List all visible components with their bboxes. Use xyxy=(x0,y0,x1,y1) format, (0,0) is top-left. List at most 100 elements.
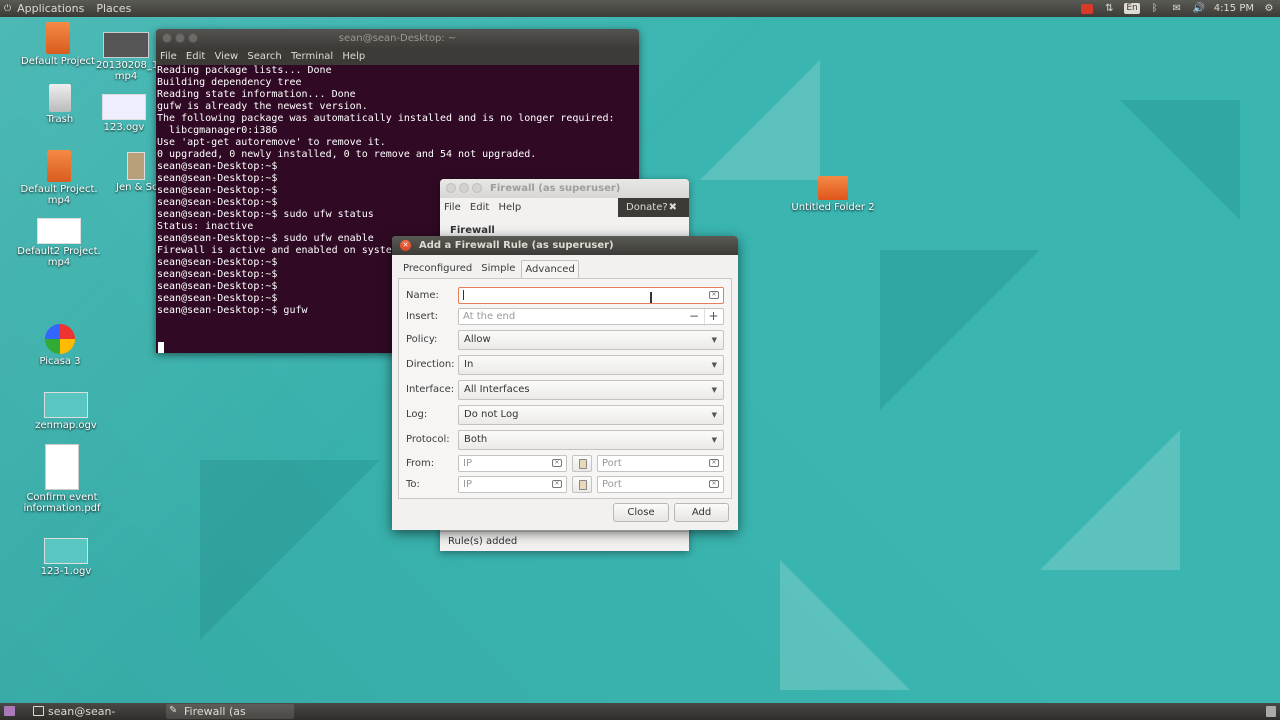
desktop-icon-zenmap[interactable]: zenmap.ogv xyxy=(34,392,98,431)
orange-file-icon xyxy=(47,150,71,182)
name-field[interactable]: ✕ xyxy=(458,287,724,304)
dialog-titlebar[interactable]: ✕ Add a Firewall Rule (as superuser) xyxy=(392,236,738,255)
bluetooth-icon[interactable]: ᛒ xyxy=(1144,0,1166,17)
add-rule-dialog[interactable]: ✕ Add a Firewall Rule (as superuser) Pre… xyxy=(392,236,738,530)
donate-infobar[interactable]: Donate? ✖ xyxy=(618,198,689,217)
keyboard-layout-indicator[interactable]: En xyxy=(1120,0,1143,17)
desktop-icon-default2-project[interactable]: Default2 Project. mp4 xyxy=(14,218,104,268)
minimize-icon[interactable] xyxy=(459,183,469,193)
firewall-title: Firewall (as superuser) xyxy=(490,183,621,194)
to-ip-field[interactable]: IP ✕ xyxy=(458,476,567,493)
desktop-icon-label: Default Project. mp4 xyxy=(20,184,98,206)
tab-advanced[interactable]: Advanced xyxy=(521,260,579,278)
to-port-field[interactable]: Port ✕ xyxy=(597,476,724,493)
trash-icon[interactable] xyxy=(1266,706,1276,717)
terminal-menu-terminal[interactable]: Terminal xyxy=(291,51,333,62)
desktop-icon-default-project[interactable]: Default Project xyxy=(12,22,104,67)
desktop-icon-label: Jen & Sc xyxy=(116,182,158,193)
pdf-document-icon xyxy=(45,444,79,490)
volume-icon[interactable]: 🔊 xyxy=(1188,0,1210,17)
clock[interactable]: 4:15 PM xyxy=(1210,0,1258,17)
trash-icon xyxy=(49,84,71,112)
firewall-menu-edit[interactable]: Edit xyxy=(470,202,489,213)
desktop-icon-label: 123-1.ogv xyxy=(40,566,92,577)
from-label: From: xyxy=(406,458,435,469)
folder-icon xyxy=(818,176,848,200)
desktop-icon-picasa[interactable]: Picasa 3 xyxy=(30,324,90,367)
video-thumbnail-icon xyxy=(102,94,146,120)
taskbar-item-terminal[interactable]: sean@sean-Desktop: ~ xyxy=(30,704,158,719)
applications-menu[interactable]: Applications xyxy=(11,0,90,17)
status-bar: Rule(s) added xyxy=(440,531,689,551)
firewall-menu-help[interactable]: Help xyxy=(498,202,521,213)
close-icon[interactable]: ✕ xyxy=(400,240,411,251)
terminal-menu-view[interactable]: View xyxy=(214,51,238,62)
maximize-icon[interactable] xyxy=(472,183,482,193)
network-icon[interactable]: ⇅ xyxy=(1098,0,1120,17)
desktop-icon-video-20130208[interactable]: 20130208_14594 mp4 xyxy=(96,32,184,82)
power-icon[interactable]: ⏻ xyxy=(0,4,11,14)
clear-icon[interactable]: ✕ xyxy=(709,291,719,299)
taskbar-item-firewall[interactable]: ✎ Firewall (as superuser) xyxy=(166,704,294,719)
minus-icon[interactable]: − xyxy=(685,309,703,326)
firewall-menubar: File Edit Help Donate? ✖ xyxy=(440,198,689,217)
direction-select[interactable]: In ▼ xyxy=(458,355,724,375)
picasa-icon xyxy=(45,324,75,354)
terminal-menu-edit[interactable]: Edit xyxy=(186,51,205,62)
interface-select[interactable]: All Interfaces ▼ xyxy=(458,380,724,400)
terminal-titlebar[interactable]: sean@sean-Desktop: ~ xyxy=(156,29,639,48)
protocol-select[interactable]: Both ▼ xyxy=(458,430,724,450)
desktop-icon-jen[interactable]: Jen & Sc xyxy=(116,152,158,193)
video-thumbnail-icon xyxy=(103,32,149,58)
tab-simple[interactable]: Simple xyxy=(478,260,518,278)
from-paste-button[interactable] xyxy=(572,455,592,472)
close-icon[interactable]: ✖ xyxy=(669,198,677,217)
desktop-icon-untitled-folder-2[interactable]: Untitled Folder 2 xyxy=(788,176,878,213)
add-button[interactable]: Add xyxy=(674,503,729,522)
mail-icon[interactable]: ✉ xyxy=(1166,0,1188,17)
chevron-down-icon: ▼ xyxy=(711,411,717,419)
places-menu[interactable]: Places xyxy=(90,0,137,17)
clear-icon[interactable]: ✕ xyxy=(709,459,719,467)
close-icon[interactable] xyxy=(162,33,172,43)
show-desktop-icon[interactable] xyxy=(4,706,15,716)
desktop-icon-label: Confirm event information.pdf xyxy=(23,492,101,514)
record-indicator-icon[interactable] xyxy=(1076,0,1098,17)
orange-file-icon xyxy=(46,22,70,54)
desktop-icon-123-1-ogv[interactable]: 123-1.ogv xyxy=(34,538,98,577)
insert-spinbox[interactable]: At the end − + xyxy=(458,308,724,326)
close-icon[interactable] xyxy=(446,183,456,193)
video-thumbnail-icon xyxy=(44,392,88,418)
tab-preconfigured[interactable]: Preconfigured xyxy=(400,260,475,278)
gear-icon[interactable]: ⚙ xyxy=(1258,0,1280,17)
firewall-menu-file[interactable]: File xyxy=(444,202,461,213)
clear-icon[interactable]: ✕ xyxy=(552,480,562,488)
terminal-menu-help[interactable]: Help xyxy=(342,51,365,62)
maximize-icon[interactable] xyxy=(188,33,198,43)
minimize-icon[interactable] xyxy=(175,33,185,43)
close-button[interactable]: Close xyxy=(613,503,669,522)
terminal-menubar: File Edit View Search Terminal Help xyxy=(156,48,639,65)
from-port-field[interactable]: Port ✕ xyxy=(597,455,724,472)
firewall-titlebar[interactable]: Firewall (as superuser) xyxy=(440,179,689,198)
chevron-down-icon: ▼ xyxy=(711,336,717,344)
desktop-icon-trash[interactable]: Trash xyxy=(30,84,90,125)
firewall-icon: ✎ xyxy=(169,705,178,716)
rule-tabs: Preconfigured Simple Advanced xyxy=(400,260,582,278)
chevron-down-icon: ▼ xyxy=(711,386,717,394)
from-ip-field[interactable]: IP ✕ xyxy=(458,455,567,472)
desktop-icon-confirm-event-pdf[interactable]: Confirm event information.pdf xyxy=(16,444,108,514)
terminal-menu-search[interactable]: Search xyxy=(247,51,281,62)
policy-select[interactable]: Allow ▼ xyxy=(458,330,724,350)
to-paste-button[interactable] xyxy=(572,476,592,493)
donate-label[interactable]: Donate? xyxy=(626,202,668,213)
desktop-icon-123-ogv[interactable]: 123.ogv xyxy=(94,94,154,133)
plus-icon[interactable]: + xyxy=(704,309,722,326)
clear-icon[interactable]: ✕ xyxy=(552,459,562,467)
clear-icon[interactable]: ✕ xyxy=(709,480,719,488)
desktop-icon-default-project-mp4[interactable]: Default Project. mp4 xyxy=(14,150,104,206)
log-label: Log: xyxy=(406,409,428,420)
terminal-menu-file[interactable]: File xyxy=(160,51,177,62)
log-select[interactable]: Do not Log ▼ xyxy=(458,405,724,425)
video-thumbnail-icon xyxy=(37,218,81,244)
